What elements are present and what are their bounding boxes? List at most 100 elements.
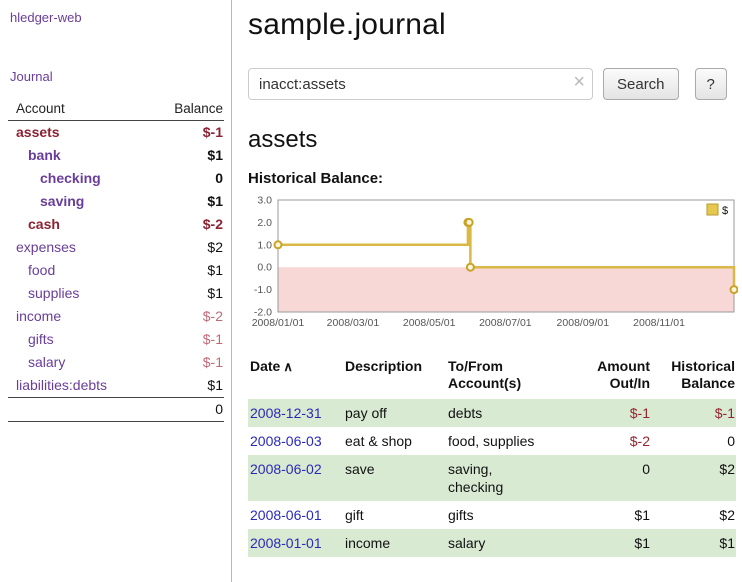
accounts-table: Account Balance assets $-1 bank $1 check…	[8, 99, 224, 422]
transaction-amount: 0	[576, 455, 651, 501]
account-balance: 0	[144, 167, 224, 190]
transaction-accounts: saving, checking	[446, 455, 576, 501]
transaction-description: pay off	[343, 399, 446, 427]
account-balance: $1	[144, 259, 224, 282]
sidebar: hledger-web Journal Account Balance asse…	[0, 0, 232, 582]
register-row: 2008-06-03 eat & shop food, supplies $-2…	[248, 427, 736, 455]
account-heading: assets	[248, 126, 742, 154]
main-content: sample.journal × Search ? assets Histori…	[233, 0, 742, 582]
transaction-date-link[interactable]: 2008-06-02	[250, 461, 322, 477]
transaction-balance: 0	[651, 427, 736, 455]
account-row-salary: salary $-1	[8, 351, 224, 374]
transaction-accounts: debts	[446, 399, 576, 427]
account-balance: $-2	[144, 305, 224, 328]
register-header-balance: Historical Balance	[651, 356, 736, 399]
search-input[interactable]	[248, 68, 593, 100]
account-link-checking[interactable]: checking	[40, 170, 101, 186]
account-link-food[interactable]: food	[28, 262, 55, 278]
transaction-amount: $1	[576, 529, 651, 557]
transaction-amount: $-1	[576, 399, 651, 427]
transaction-accounts: food, supplies	[446, 427, 576, 455]
app-title-link[interactable]: hledger-web	[0, 0, 231, 25]
register-row: 2008-06-01 gift gifts $1 $2	[248, 501, 736, 529]
account-balance: $-1	[144, 121, 224, 145]
account-link-liabilities-debts[interactable]: liabilities:debts	[16, 377, 107, 393]
svg-text:2008/05/01: 2008/05/01	[403, 317, 456, 329]
account-row-liabilities-debts: liabilities:debts $1	[8, 374, 224, 398]
register-row: 2008-01-01 income salary $1 $1	[248, 529, 736, 557]
search-input-wrap: ×	[248, 68, 593, 100]
account-link-assets[interactable]: assets	[16, 124, 60, 140]
help-button[interactable]: ?	[695, 68, 727, 100]
svg-text:2008/09/01: 2008/09/01	[557, 317, 610, 329]
account-balance: $-1	[144, 328, 224, 351]
account-balance: $1	[144, 374, 224, 398]
account-link-supplies[interactable]: supplies	[28, 285, 79, 301]
account-row-income: income $-2	[8, 305, 224, 328]
transaction-amount: $1	[576, 501, 651, 529]
register-header-date[interactable]: Date∧	[248, 356, 343, 399]
sidebar-item-journal[interactable]: Journal	[0, 25, 231, 84]
transaction-description: income	[343, 529, 446, 557]
register-header-amount: Amount Out/In	[576, 356, 651, 399]
transaction-balance: $1	[651, 529, 736, 557]
svg-text:2008/11/01: 2008/11/01	[633, 317, 685, 329]
transaction-date-link[interactable]: 2008-12-31	[250, 405, 322, 421]
account-row-expenses: expenses $2	[8, 236, 224, 259]
account-row-food: food $1	[8, 259, 224, 282]
account-link-income[interactable]: income	[16, 308, 61, 324]
account-row-gifts: gifts $-1	[8, 328, 224, 351]
balance-chart: 3.02.01.00.0-1.0-2.02008/01/012008/03/01…	[248, 195, 742, 338]
account-link-salary[interactable]: salary	[28, 354, 65, 370]
svg-text:3.0: 3.0	[257, 195, 272, 207]
svg-text:2008/03/01: 2008/03/01	[327, 317, 380, 329]
account-link-cash[interactable]: cash	[28, 216, 60, 232]
account-row-supplies: supplies $1	[8, 282, 224, 305]
search-form: × Search ?	[248, 68, 742, 100]
account-balance: $1	[144, 144, 224, 167]
sort-asc-icon: ∧	[283, 359, 293, 374]
accounts-header-row: Account Balance	[8, 99, 224, 121]
svg-text:0.0: 0.0	[257, 262, 272, 274]
account-row-saving: saving $1	[8, 190, 224, 213]
transaction-balance: $-1	[651, 399, 736, 427]
transaction-balance: $2	[651, 455, 736, 501]
svg-text:2008/07/01: 2008/07/01	[479, 317, 532, 329]
accounts-total-value: 0	[144, 398, 224, 422]
account-balance: $-2	[144, 213, 224, 236]
register-row: 2008-12-31 pay off debts $-1 $-1	[248, 399, 736, 427]
account-link-expenses[interactable]: expenses	[16, 239, 76, 255]
transaction-accounts: gifts	[446, 501, 576, 529]
account-row-cash: cash $-2	[8, 213, 224, 236]
svg-text:2008/01/01: 2008/01/01	[252, 317, 305, 329]
clear-search-icon[interactable]: ×	[573, 71, 585, 94]
transaction-date-link[interactable]: 2008-06-01	[250, 507, 322, 523]
accounts-header-account: Account	[8, 99, 144, 121]
account-balance: $2	[144, 236, 224, 259]
account-balance: $-1	[144, 351, 224, 374]
transaction-date-link[interactable]: 2008-01-01	[250, 535, 322, 551]
svg-text:1.0: 1.0	[257, 239, 272, 251]
transaction-description: eat & shop	[343, 427, 446, 455]
register-header-row: Date∧ Description To/From Account(s) Amo…	[248, 356, 736, 399]
balance-chart-svg: 3.02.01.00.0-1.0-2.02008/01/012008/03/01…	[248, 195, 738, 333]
account-link-bank[interactable]: bank	[28, 147, 61, 163]
accounts-total-row: 0	[8, 398, 224, 422]
account-balance: $1	[144, 190, 224, 213]
transaction-amount: $-2	[576, 427, 651, 455]
register-header-accounts: To/From Account(s)	[446, 356, 576, 399]
register-header-description: Description	[343, 356, 446, 399]
account-row-checking: checking 0	[8, 167, 224, 190]
transaction-accounts: salary	[446, 529, 576, 557]
svg-text:$: $	[722, 205, 728, 217]
account-row-assets: assets $-1	[8, 121, 224, 145]
register-row: 2008-06-02 save saving, checking 0 $2	[248, 455, 736, 501]
search-button[interactable]: Search	[603, 68, 679, 100]
transaction-description: save	[343, 455, 446, 501]
page-title: sample.journal	[248, 8, 742, 42]
account-balance: $1	[144, 282, 224, 305]
transaction-date-link[interactable]: 2008-06-03	[250, 433, 322, 449]
account-link-gifts[interactable]: gifts	[28, 331, 54, 347]
svg-text:2.0: 2.0	[257, 217, 272, 229]
account-link-saving[interactable]: saving	[40, 193, 84, 209]
